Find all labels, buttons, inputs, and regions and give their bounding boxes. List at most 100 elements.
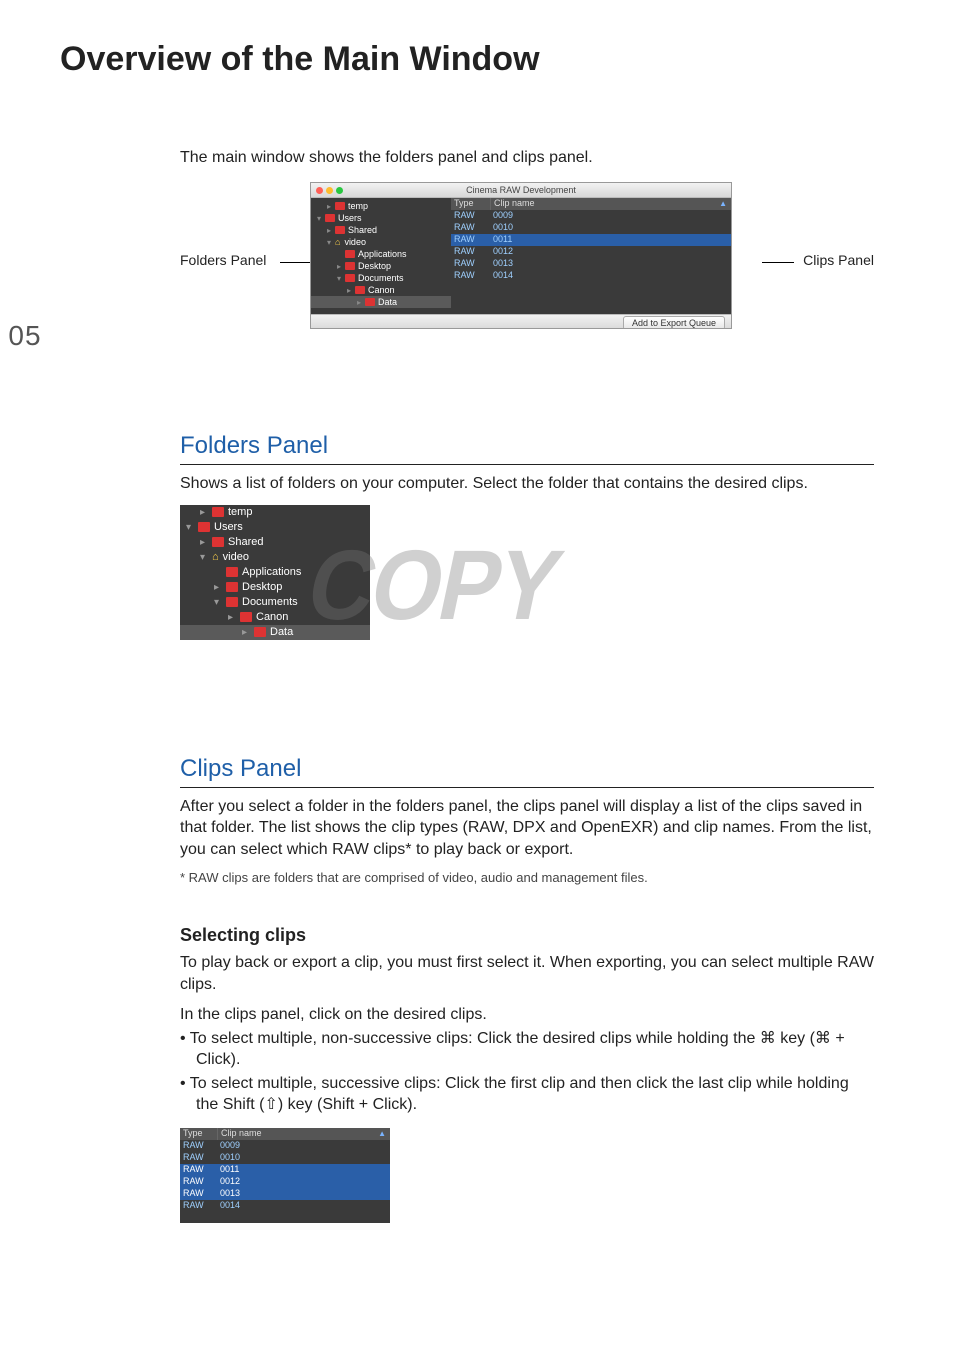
tree-label: Documents [242,596,298,608]
clip-name: 0010 [217,1152,390,1164]
col-type: Type [180,1128,218,1140]
folder-icon [325,214,335,222]
clip-name: 0011 [217,1164,390,1176]
callout-clips-panel: Clips Panel [803,252,874,268]
clip-row: RAW0009 [451,210,731,222]
disclosure-icon: ▾ [337,274,345,283]
disclosure-icon: ▾ [327,238,335,247]
page-number: 05 [0,320,50,352]
tree-item: ▸ Data [311,296,451,308]
window-titlebar: Cinema RAW Development [311,183,731,198]
clip-name: 0012 [490,246,731,258]
folder-icon [335,226,345,234]
tree-item: ▸Canon [180,610,370,625]
clip-row: RAW0014 [451,270,731,282]
window-title: Cinema RAW Development [311,185,731,195]
clip-row: RAW0011 [451,234,731,246]
col-clipname: Clip name▲ [491,198,731,210]
folder-icon [335,202,345,210]
disclosure-icon: ▸ [357,298,365,307]
folder-icon [254,627,266,637]
sort-icon: ▲ [719,199,727,208]
folder-icon [212,537,224,547]
figure-main-window: Folders Panel Clips Panel Cinema RAW Dev… [180,182,874,342]
folder-icon [212,507,224,517]
tree-label: Users [338,213,362,223]
disclosure-icon: ▾ [186,522,198,533]
tree-label: Documents [358,273,404,283]
tree-item: ▸temp [180,505,370,520]
bullet-item: To select multiple, non-successive clips… [180,1028,874,1071]
tree-item: ▾⌂video [180,550,370,565]
clips-panel-description: After you select a folder in the folders… [180,796,874,861]
tree-label: Canon [368,285,395,295]
clip-row: RAW0009 [180,1140,390,1152]
tree-item: ▸Shared [311,224,451,236]
intro-text: The main window shows the folders panel … [180,149,874,167]
tree-label: Data [378,297,397,307]
disclosure-icon: ▸ [200,537,212,548]
folder-icon [240,612,252,622]
heading-clips-panel: Clips Panel [180,755,874,788]
tree-label: Users [214,521,243,533]
tree-item: ▾ Documents [180,595,370,610]
selecting-bullets: To select multiple, non-successive clips… [180,1028,874,1116]
disclosure-icon: ▸ [228,612,240,623]
clip-type: RAW [451,270,490,282]
tree-item: ▸ temp [311,200,451,212]
clip-name: 0013 [490,258,731,270]
folder-icon [355,286,365,294]
figure-folders-panel: ▸temp▾Users▸Shared▾⌂videoApplications▸De… [180,505,698,735]
clip-name: 0011 [490,234,731,246]
folders-tree-screenshot: ▸temp▾Users▸Shared▾⌂videoApplications▸De… [180,505,370,640]
folder-icon [226,582,238,592]
tree-label: Data [270,626,293,638]
clips-panel: Type Clip name▲ RAW0009RAW0010RAW0011RAW… [451,198,731,314]
clip-name: 0010 [490,222,731,234]
folder-icon [226,597,238,607]
folders-panel-description: Shows a list of folders on your computer… [180,473,874,495]
disclosure-icon: ▸ [214,582,226,593]
clips-footnote: * RAW clips are folders that are compris… [180,870,874,885]
clip-row: RAW0012 [180,1176,390,1188]
selecting-description: To play back or export a clip, you must … [180,952,874,995]
tree-item: ▸ Shared [180,535,370,550]
disclosure-icon: ▸ [200,507,212,518]
sort-icon: ▲ [378,1129,386,1138]
clip-type: RAW [180,1176,217,1188]
clip-name: 0014 [490,270,731,282]
clip-type: RAW [451,234,490,246]
tree-label: Applications [358,249,407,259]
clip-type: RAW [180,1200,217,1212]
tree-item: ▾⌂video [311,236,451,248]
folder-icon [345,274,355,282]
home-icon: ⌂ [335,237,340,247]
page-title: Overview of the Main Window [60,40,894,79]
col-clipname: Clip name▲ [218,1128,390,1140]
clip-row: RAW0010 [180,1152,390,1164]
callout-folders-panel: Folders Panel [180,252,266,268]
tree-item: ▸Desktop [180,580,370,595]
folder-icon [198,522,210,532]
screenshot-window: Cinema RAW Development ▸ temp ▾ Users▸Share… [310,182,732,329]
clip-type: RAW [451,222,490,234]
clips-small-header: Type Clip name▲ [180,1128,390,1140]
tree-label: Shared [228,536,263,548]
col-type: Type [451,198,491,210]
folders-panel: ▸ temp ▾ Users▸Shared▾⌂videoApplications▸De… [311,198,451,314]
tree-item: Applications [180,565,370,580]
clip-row: RAW0012 [451,246,731,258]
bullet-item: To select multiple, successive clips: Cl… [180,1073,874,1116]
clip-name: 0009 [217,1140,390,1152]
tree-item: ▸Data [180,625,370,640]
disclosure-icon: ▸ [327,202,335,211]
selecting-lead: In the clips panel, click on the desired… [180,1006,874,1024]
tree-label: temp [348,201,368,211]
tree-item: ▸Desktop [311,260,451,272]
disclosure-icon: ▾ [200,552,212,563]
clip-type: RAW [180,1164,217,1176]
disclosure-icon: ▾ [214,597,226,608]
clip-row: RAW0010 [451,222,731,234]
clip-type: RAW [451,246,490,258]
figure-clips-selection: Type Clip name▲ RAW0009RAW0010RAW0011RAW… [180,1128,390,1223]
